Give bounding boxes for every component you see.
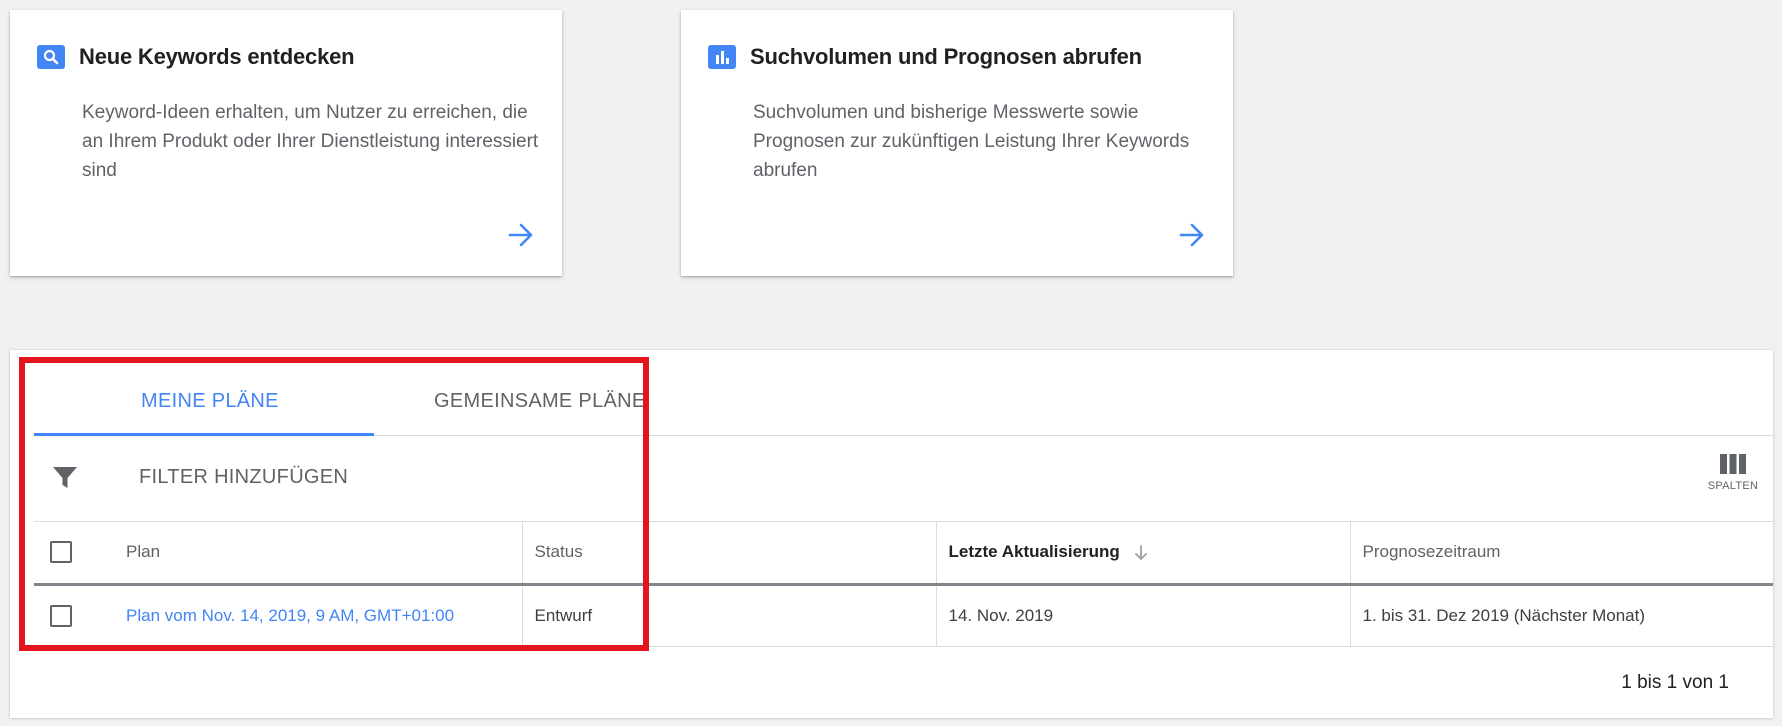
- pagination-summary: 1 bis 1 von 1: [1621, 672, 1729, 693]
- plan-link[interactable]: Plan vom Nov. 14, 2019, 9 AM, GMT+01:00: [126, 606, 454, 625]
- filter-icon[interactable]: [50, 462, 80, 492]
- discover-keywords-card[interactable]: Neue Keywords entdecken Keyword-Ideen er…: [10, 10, 562, 276]
- bar-chart-icon: [708, 45, 736, 69]
- last-updated-cell: 14. Nov. 2019: [935, 584, 1350, 647]
- card-header: Neue Keywords entdecken: [37, 44, 355, 70]
- tab-my-plans[interactable]: MEINE PLÄNE: [141, 390, 279, 413]
- card-description: Keyword-Ideen erhalten, um Nutzer zu err…: [82, 102, 539, 181]
- card-header: Suchvolumen und Prognosen abrufen: [708, 44, 1142, 70]
- filter-toolbar: FILTER HINZUFÜGEN SPALTEN: [34, 436, 1773, 522]
- columns-button[interactable]: SPALTEN: [1703, 454, 1763, 512]
- status-cell: Entwurf: [521, 584, 936, 647]
- columns-icon: [1720, 454, 1746, 474]
- select-all-checkbox[interactable]: [50, 541, 72, 564]
- tab-shared-plans[interactable]: GEMEINSAME PLÄNE: [434, 390, 646, 413]
- column-header-plan[interactable]: Plan: [114, 522, 522, 586]
- card-title: Neue Keywords entdecken: [79, 44, 355, 69]
- plans-tabs: MEINE PLÄNE GEMEINSAME PLÄNE: [34, 350, 1773, 436]
- column-header-last-updated[interactable]: Letzte Aktualisierung: [935, 522, 1350, 586]
- table-row: Plan vom Nov. 14, 2019, 9 AM, GMT+01:00 …: [34, 584, 1773, 647]
- search-volume-forecast-card[interactable]: Suchvolumen und Prognosen abrufen Suchvo…: [681, 10, 1233, 276]
- plans-panel: MEINE PLÄNE GEMEINSAME PLÄNE FILTER HINZ…: [10, 350, 1773, 718]
- row-select-cell: [34, 584, 114, 647]
- add-filter-button[interactable]: FILTER HINZUFÜGEN: [139, 466, 348, 489]
- column-header-forecast-period[interactable]: Prognosezeitraum: [1349, 522, 1773, 586]
- card-description: Suchvolumen und bisherige Messwerte sowi…: [753, 102, 1190, 181]
- column-header-last-updated-label: Letzte Aktualisierung: [948, 542, 1120, 562]
- plans-table: Plan Status Letzte Aktualisierung Progno…: [34, 522, 1773, 647]
- sort-descending-icon: [1134, 544, 1147, 560]
- card-title: Suchvolumen und Prognosen abrufen: [750, 44, 1142, 69]
- select-all-cell: [34, 522, 114, 586]
- arrow-right-icon[interactable]: [1177, 220, 1207, 250]
- plan-cell: Plan vom Nov. 14, 2019, 9 AM, GMT+01:00: [114, 584, 522, 647]
- forecast-period-cell: 1. bis 31. Dez 2019 (Nächster Monat): [1349, 584, 1773, 647]
- arrow-right-icon[interactable]: [506, 220, 536, 250]
- search-icon: [37, 45, 65, 69]
- columns-label: SPALTEN: [1707, 480, 1759, 492]
- table-header-row: Plan Status Letzte Aktualisierung Progno…: [34, 522, 1773, 586]
- row-checkbox[interactable]: [50, 604, 72, 627]
- column-header-status[interactable]: Status: [521, 522, 936, 586]
